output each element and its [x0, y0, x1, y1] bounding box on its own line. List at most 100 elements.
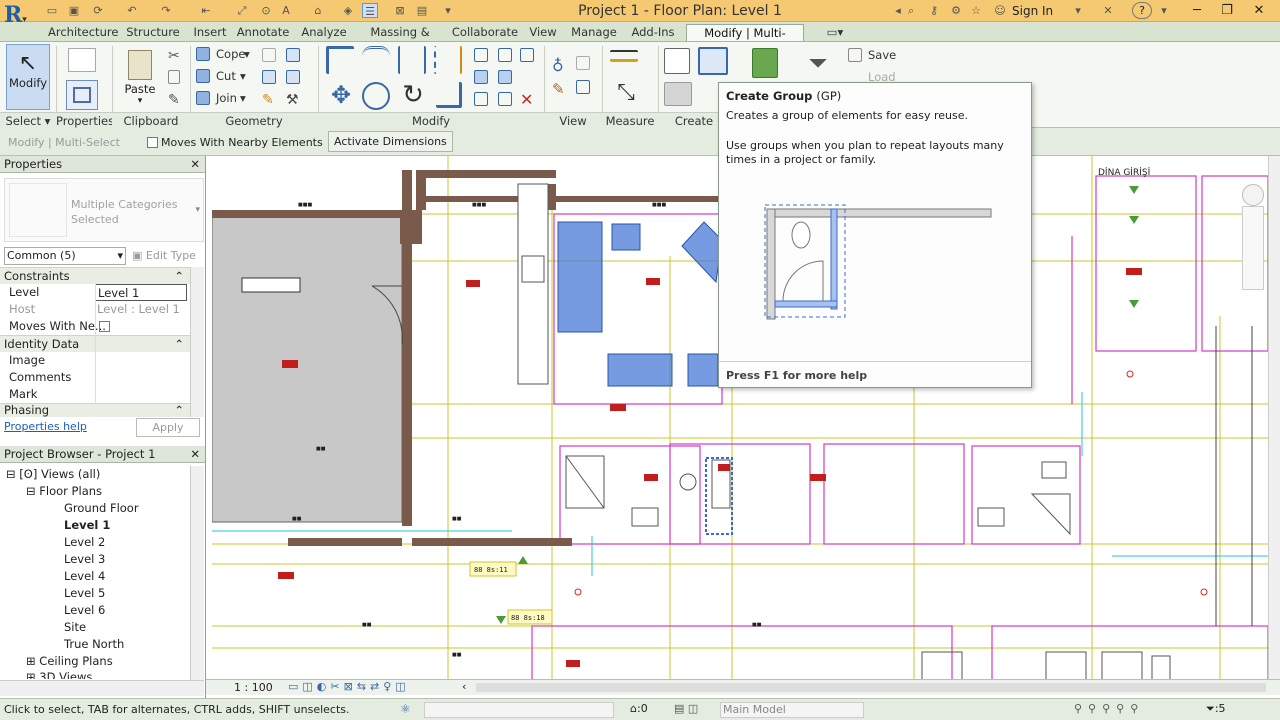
tree-ceiling-plans[interactable]: ⊞ Ceiling Plans — [26, 653, 113, 669]
pin-icon[interactable] — [520, 48, 534, 62]
browser-hscrollbar[interactable] — [0, 680, 204, 696]
image-row[interactable]: Image — [0, 352, 188, 369]
paint-icon[interactable] — [286, 70, 300, 84]
star-icon[interactable]: ☆ — [968, 3, 984, 18]
workset-dropdown[interactable] — [424, 702, 614, 718]
tab-view[interactable]: View — [526, 24, 560, 41]
exchange-icon[interactable]: ✕ — [1100, 3, 1116, 18]
apply-button[interactable]: Apply — [136, 418, 200, 437]
navigation-bar[interactable] — [1242, 206, 1264, 290]
restore-button[interactable]: ❐ — [1212, 0, 1242, 21]
save-icon[interactable]: ▣ — [66, 3, 82, 18]
moves-with-property-checkbox[interactable] — [99, 321, 110, 332]
cope-icon[interactable] — [196, 47, 210, 61]
cut-button[interactable]: Cut — [216, 69, 236, 83]
section-icon[interactable]: ◈ — [340, 3, 356, 18]
activate-dimensions-button[interactable]: Activate Dimensions — [328, 131, 453, 152]
properties-icon[interactable] — [66, 80, 98, 110]
open-icon[interactable]: ▭ — [44, 3, 60, 18]
unpin-icon[interactable] — [474, 92, 488, 106]
minimize-button[interactable]: ─ — [1182, 0, 1212, 21]
create-parts-icon[interactable] — [664, 82, 692, 106]
wall-joins-icon[interactable] — [286, 48, 300, 62]
properties-help-link[interactable]: Properties help — [4, 420, 87, 433]
sign-in-link[interactable]: Sign In — [1012, 4, 1053, 18]
tree-item-site[interactable]: Site — [64, 619, 86, 635]
cope-button[interactable]: Cope — [216, 47, 245, 61]
filter-icon[interactable]: ⏷ — [806, 50, 830, 76]
save-selection-icon[interactable] — [848, 48, 862, 62]
browser-scrollbar[interactable] — [190, 466, 204, 680]
customize-qat-icon[interactable]: ▾ — [440, 3, 456, 18]
view-control-icons[interactable]: ▭◫◐✂⊠⇆⇄♀◫ — [288, 680, 410, 693]
demolish-icon[interactable]: ✎ — [262, 92, 280, 110]
tab-manage[interactable]: Manage — [568, 24, 620, 41]
selection-options-icons[interactable]: ⚲⚲⚲⚲⚲ — [1074, 702, 1144, 715]
move-icon[interactable]: ✥ — [326, 80, 356, 110]
ribbon-options-icon[interactable]: ▭▾ — [820, 24, 850, 41]
instance-filter-dropdown[interactable]: Common (5) ▾ — [4, 247, 126, 265]
modify-button[interactable]: ↖ Modify — [6, 44, 50, 110]
align-icon[interactable] — [326, 46, 354, 74]
join-button[interactable]: Join — [216, 91, 237, 105]
canvas-hscrollbar[interactable] — [476, 683, 1266, 692]
close-properties-icon[interactable]: ✕ — [190, 156, 200, 173]
tab-add-ins[interactable]: Add-Ins — [626, 24, 680, 41]
tab-analyze[interactable]: Analyze — [298, 24, 350, 41]
geometry-tool-icon[interactable] — [262, 48, 276, 62]
measure-between-icon[interactable] — [610, 50, 638, 62]
hide-icon[interactable] — [576, 56, 590, 70]
offset-icon[interactable] — [362, 46, 390, 74]
redo-icon[interactable]: ↷ — [158, 3, 174, 18]
save-selection-button[interactable]: Save — [868, 48, 896, 62]
create-assembly-icon[interactable] — [664, 48, 690, 74]
comments-row[interactable]: Comments — [0, 369, 188, 386]
tree-item-level-3[interactable]: Level 3 — [64, 551, 105, 567]
linework-icon[interactable] — [576, 80, 590, 94]
sync-icon[interactable]: ⟳ — [90, 3, 106, 18]
tree-item-level-1[interactable]: Level 1 — [64, 517, 110, 533]
tree-floor-plans[interactable]: ⊟ Floor Plans — [26, 483, 102, 499]
tab-structure[interactable]: Structure — [124, 24, 182, 41]
split-element-icon[interactable] — [474, 48, 488, 62]
edit-type-button[interactable]: ▣ Edit Type — [132, 247, 196, 265]
close-button[interactable]: ✕ — [1244, 0, 1274, 21]
split-gap-icon[interactable] — [498, 48, 512, 62]
tab-massing-site[interactable]: Massing & Site — [358, 24, 442, 56]
edit-family-icon[interactable] — [752, 48, 778, 78]
cut-scissors-icon[interactable]: ✂ — [168, 48, 186, 66]
scale-icon[interactable] — [498, 70, 512, 84]
worksets-icon[interactable]: ⚛ — [400, 702, 411, 716]
tree-item-level-2[interactable]: Level 2 — [64, 534, 105, 550]
match-properties-icon[interactable]: ✎ — [168, 92, 186, 110]
user-icon[interactable]: ☺ — [992, 3, 1008, 18]
tree-item-ground-floor[interactable]: Ground Floor — [64, 500, 139, 516]
trim-multiple-icon[interactable] — [498, 92, 512, 106]
create-group-icon[interactable] — [698, 47, 728, 75]
mark-row[interactable]: Mark — [0, 386, 188, 403]
design-options-icon[interactable]: ▤ ◫ — [674, 702, 698, 715]
level-field[interactable]: Level 1 — [95, 284, 187, 301]
close-browser-icon[interactable]: ✕ — [190, 446, 200, 463]
tab-architecture[interactable]: Architecture — [48, 24, 118, 41]
cut-geometry-icon[interactable] — [196, 69, 210, 83]
join-icon[interactable] — [196, 91, 210, 105]
3d-view-icon[interactable]: ⌂ — [310, 3, 326, 18]
subscription-icon[interactable]: ⚙ — [948, 3, 964, 18]
switch-windows-icon[interactable]: ▤ — [414, 3, 430, 18]
hammer-icon[interactable]: ⚒ — [286, 92, 304, 110]
identity-data-group[interactable]: Identity Data ⌃ — [0, 335, 204, 352]
tab-insert[interactable]: Insert — [190, 24, 230, 41]
split-face-icon[interactable] — [262, 70, 276, 84]
mirror-line-icon[interactable] — [434, 46, 462, 74]
tab-modify-multi-select[interactable]: Modify | Multi-Select — [686, 24, 804, 57]
override-graphics-icon[interactable]: ✎ — [552, 80, 570, 98]
cope-dropdown-icon[interactable]: ▾ — [244, 47, 250, 61]
thin-lines-icon[interactable]: ☰ — [362, 3, 378, 18]
tree-item-level-6[interactable]: Level 6 — [64, 602, 105, 618]
scroll-left-icon[interactable]: ‹ — [462, 680, 466, 693]
binoculars-icon[interactable]: ⌕ — [902, 3, 920, 18]
lightbulb-icon[interactable]: ♁ — [552, 56, 570, 75]
type-properties-icon[interactable] — [68, 48, 96, 72]
delete-icon[interactable]: ✕ — [520, 90, 538, 109]
